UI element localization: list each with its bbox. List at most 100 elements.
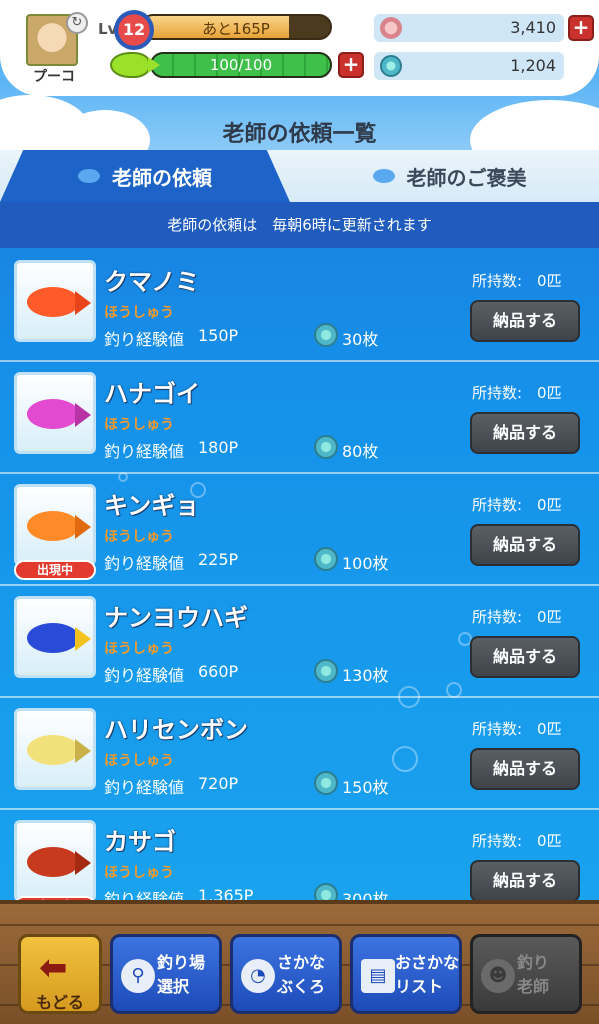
gem-icon [314, 659, 338, 683]
nav-label-line: ぶくろ [277, 977, 326, 996]
fish-name: ハナゴイ [104, 380, 200, 408]
owned-count: 所持数: 0匹 [472, 720, 562, 738]
fish-thumbnail[interactable] [14, 596, 96, 678]
teacher-silhouette-icon: ☻ [481, 959, 515, 993]
fishing-spot-button[interactable]: ⚲ 釣り場 選択 [110, 934, 222, 1014]
nav-label-line: リスト [395, 977, 444, 996]
gem-currency: 1,204 [374, 52, 564, 80]
deliver-button[interactable]: 納品する [470, 524, 580, 566]
reward-value: 130枚 [342, 666, 389, 685]
deliver-button[interactable]: 納品する [470, 300, 580, 342]
stamina-bar: 100/100 [150, 52, 332, 78]
exp-label: 釣り経験値 [104, 330, 185, 349]
gem-value: 1,204 [510, 56, 556, 75]
add-shell-button[interactable]: + [568, 15, 594, 41]
deliver-button[interactable]: 納品する [470, 748, 580, 790]
fish-thumbnail[interactable] [14, 708, 96, 790]
exp-value: 150P [198, 326, 239, 345]
fish-name: クマノミ [104, 268, 200, 296]
xp-text: あと165P [202, 20, 270, 38]
back-button[interactable]: ⬅ もどる [18, 934, 102, 1014]
exp-value: 660P [198, 662, 239, 681]
nav-label-line: 釣り [517, 953, 550, 972]
nav-label: 釣り 老師 [517, 951, 579, 999]
exp-value: 180P [198, 438, 239, 457]
nav-label-line: おさかな [395, 953, 460, 972]
fish-icon [27, 399, 79, 429]
exp-label: 釣り経験値 [104, 442, 185, 461]
request-row: ハナゴイ ほうしゅう 釣り経験値 180P 80枚 所持数: 0匹 納品する [0, 362, 599, 474]
tab-label: 老師の依頼 [112, 165, 212, 190]
nav-label-line: 老師 [517, 977, 550, 996]
nav-label: 釣り場 選択 [157, 951, 219, 999]
owned-count: 所持数: 0匹 [472, 496, 562, 514]
fish-icon [372, 169, 395, 183]
shell-value: 3,410 [510, 18, 556, 37]
fishing-float-icon: ⚲ [121, 959, 155, 993]
tab-label: 老師のご褒美 [406, 165, 527, 190]
deliver-button[interactable]: 納品する [470, 412, 580, 454]
header: ↻ プーコ Lv あと165P 12 100/100 + 3,410 + 1,2… [0, 0, 599, 150]
exp-label: 釣り経験値 [104, 666, 185, 685]
fish-name: カサゴ [104, 828, 176, 856]
fish-name: キンギョ [104, 492, 200, 520]
fish-thumbnail[interactable] [14, 372, 96, 454]
fish-icon [27, 287, 79, 317]
gem-icon [380, 55, 402, 77]
fish-tail-icon [75, 515, 91, 539]
back-label: もどる [36, 993, 84, 1012]
fish-icon [27, 847, 79, 877]
swap-icon[interactable]: ↻ [66, 12, 88, 34]
owned-count: 所持数: 0匹 [472, 272, 562, 290]
teacher-button[interactable]: ☻ 釣り 老師 [470, 934, 582, 1014]
nav-label-line: さかな [277, 953, 326, 972]
tab-requests[interactable]: 老師の依頼 [0, 150, 290, 202]
fish-location: ほうしゅう [104, 865, 174, 881]
nav-label: おさかな リスト [395, 951, 463, 999]
fish-thumbnail[interactable] [14, 484, 96, 566]
player-name: プーコ [33, 69, 75, 85]
fish-thumbnail[interactable] [14, 820, 96, 902]
exp-label: 釣り経験値 [104, 778, 185, 797]
fish-location: ほうしゅう [104, 417, 174, 433]
exp-value: 225P [198, 550, 239, 569]
request-row: クマノミ ほうしゅう 釣り経験値 150P 30枚 所持数: 0匹 納品する [0, 250, 599, 362]
owned-count: 所持数: 0匹 [472, 832, 562, 850]
owned-count: 所持数: 0匹 [472, 608, 562, 626]
fish-stamina-icon [110, 52, 160, 78]
gem-icon [314, 547, 338, 571]
request-row: ハリセンボン ほうしゅう 釣り経験値 720P 150枚 所持数: 0匹 納品す… [0, 698, 599, 810]
fish-list-button[interactable]: ▤ おさかな リスト [350, 934, 462, 1014]
exp-label: 釣り経験値 [104, 554, 185, 573]
status-panel: ↻ プーコ Lv あと165P 12 100/100 + 3,410 + 1,2… [0, 0, 599, 96]
xp-bar: あと165P [140, 14, 332, 40]
tab-bar: 老師の依頼 老師のご褒美 [0, 150, 599, 202]
update-notice: 老師の依頼は 毎朝6時に更新されます [0, 202, 599, 248]
add-stamina-button[interactable]: + [338, 52, 364, 78]
fish-location: ほうしゅう [104, 305, 174, 321]
request-list: クマノミ ほうしゅう 釣り経験値 150P 30枚 所持数: 0匹 納品する ハ… [0, 250, 599, 922]
tab-rewards[interactable]: 老師のご褒美 [300, 150, 599, 202]
request-row: 出現中 キンギョ ほうしゅう 釣り経験値 225P 100枚 所持数: 0匹 納… [0, 474, 599, 586]
reward-value: 80枚 [342, 442, 379, 461]
fish-thumbnail[interactable] [14, 260, 96, 342]
fish-icon [27, 511, 79, 541]
fish-tail-icon [75, 851, 91, 875]
fish-location: ほうしゅう [104, 529, 174, 545]
gem-icon [314, 323, 338, 347]
deliver-button[interactable]: 納品する [470, 636, 580, 678]
deliver-button[interactable]: 納品する [470, 860, 580, 902]
level-badge: 12 [114, 10, 154, 50]
bottom-nav: ⬅ もどる ⚲ 釣り場 選択 ◔ さかな ぶくろ ▤ おさかな リスト ☻ 釣り… [0, 900, 599, 1024]
appearing-badge: 出現中 [14, 560, 96, 580]
exp-value: 720P [198, 774, 239, 793]
fish-tail-icon [75, 291, 91, 315]
fish-bag-button[interactable]: ◔ さかな ぶくろ [230, 934, 342, 1014]
gem-icon [314, 435, 338, 459]
shell-currency: 3,410 [374, 14, 564, 42]
fish-tail-icon [75, 403, 91, 427]
fish-name: ハリセンボン [104, 716, 248, 744]
fish-icon [78, 169, 100, 183]
player-avatar[interactable]: ↻ プーコ [24, 12, 88, 85]
back-arrow-icon: ⬅ [39, 948, 68, 988]
